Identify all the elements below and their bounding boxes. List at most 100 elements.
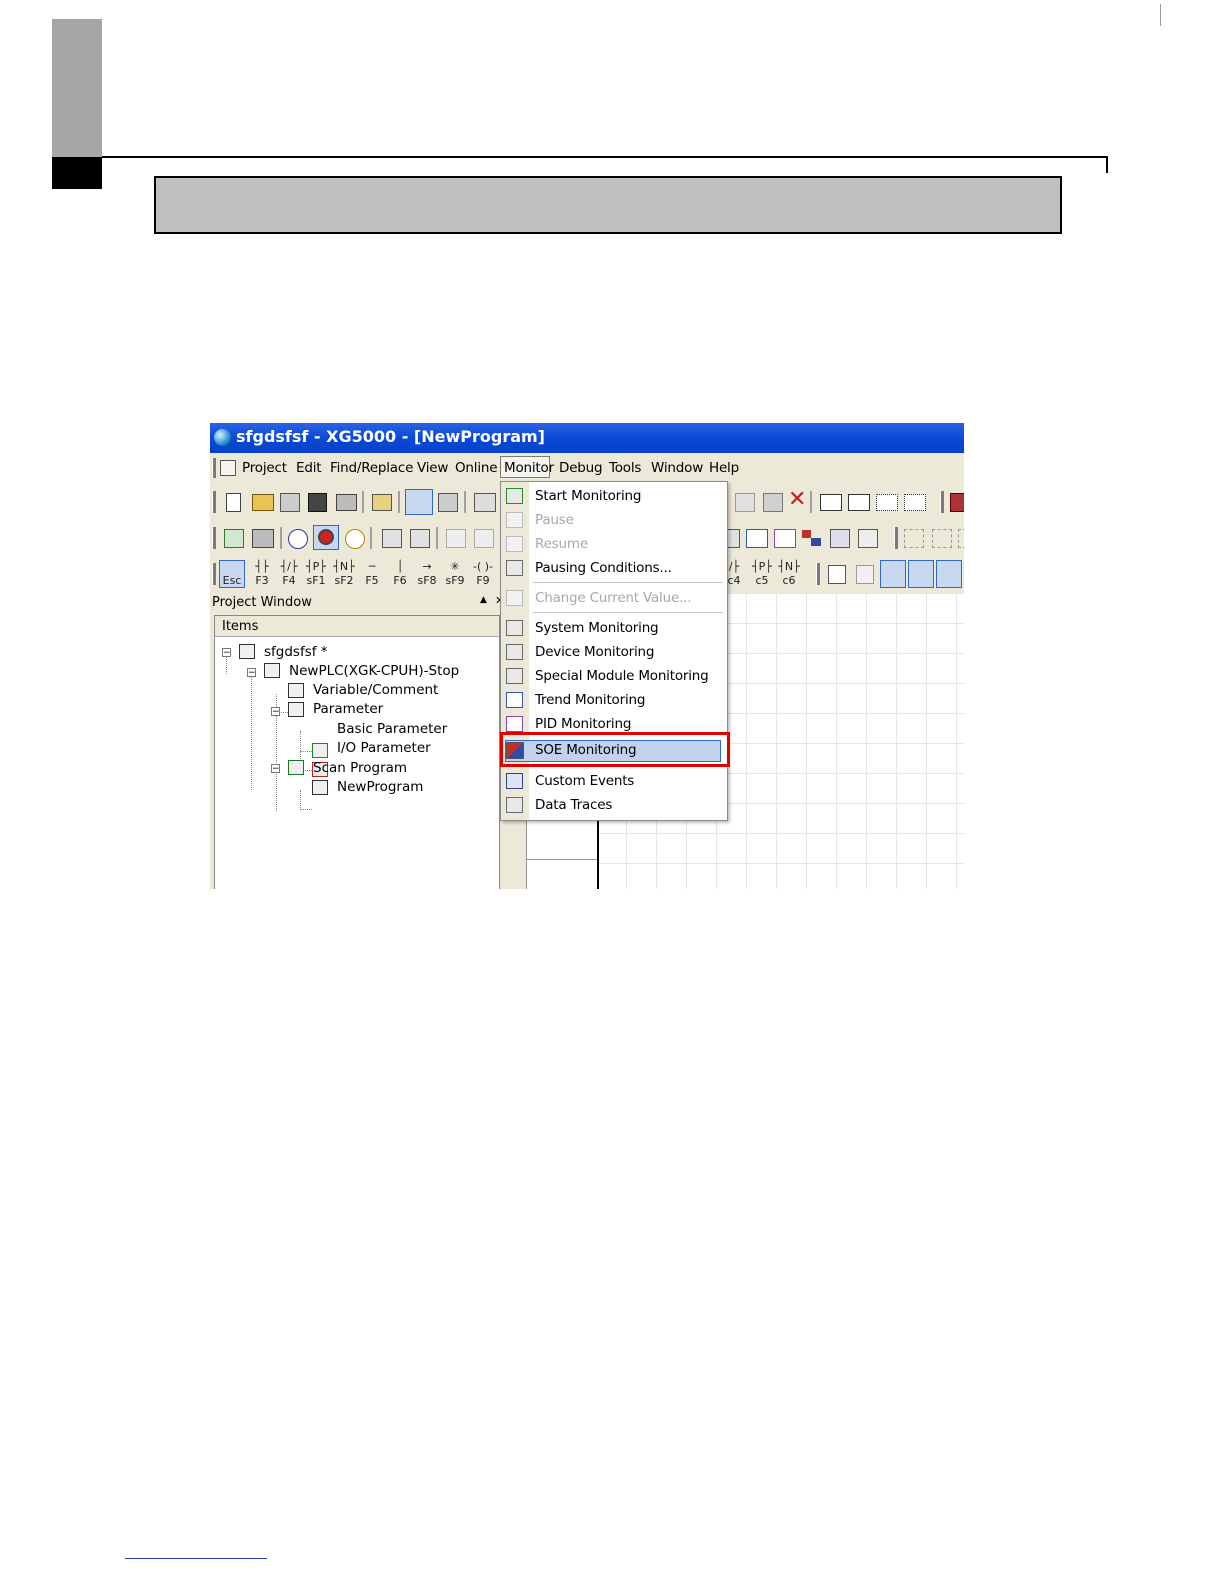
tree-item-parameter[interactable]: Parameter — [313, 701, 383, 717]
delete-line-icon[interactable] — [848, 494, 870, 511]
menu-find-replace[interactable]: Find/Replace — [330, 460, 413, 476]
menu-edit[interactable]: Edit — [296, 460, 322, 476]
toolbar-grip[interactable] — [212, 491, 216, 513]
menu-item-start-monitoring[interactable]: Start Monitoring — [501, 484, 727, 508]
bracket-more-icon[interactable] — [958, 529, 964, 548]
menu-item-special-module-monitoring[interactable]: Special Module Monitoring — [501, 664, 727, 688]
save-icon[interactable] — [308, 493, 327, 512]
data-traces-tb-icon[interactable] — [858, 529, 878, 548]
menu-tools[interactable]: Tools — [609, 460, 641, 476]
menu-project[interactable]: Project — [242, 460, 287, 476]
paste-icon[interactable] — [763, 493, 783, 512]
program-icon — [312, 780, 328, 795]
bracket-icon[interactable] — [904, 529, 924, 548]
open-project-icon[interactable] — [280, 493, 300, 512]
delete-icon[interactable]: ✕ — [788, 489, 806, 511]
menu-item-data-traces[interactable]: Data Traces — [501, 793, 727, 817]
title-bar: sfgdsfsf - XG5000 - [NewProgram] — [210, 423, 964, 453]
copy-icon[interactable] — [735, 493, 755, 512]
print-preview-icon[interactable] — [405, 489, 433, 515]
custom-events-tb-icon[interactable] — [830, 529, 850, 548]
tree-toggle-plc[interactable]: − — [247, 668, 256, 678]
fkey-f3: F3 — [255, 574, 269, 587]
view-mode-c-button[interactable] — [936, 560, 962, 588]
comment-icon[interactable] — [828, 565, 846, 584]
menu-item-change-current-value[interactable]: Change Current Value... — [501, 586, 727, 610]
toolbar-grip[interactable] — [212, 527, 216, 549]
menu-item-pausing-conditions[interactable]: Pausing Conditions... — [501, 556, 727, 580]
insert-line-icon[interactable] — [820, 494, 842, 511]
view-mode-b-button[interactable] — [908, 560, 934, 588]
coil-icon[interactable]: -( )- — [471, 561, 495, 572]
menu-monitor[interactable]: Monitor — [504, 460, 554, 476]
soe-tb-icon-a[interactable] — [802, 530, 811, 538]
corner-mark — [1160, 4, 1161, 26]
menu-window[interactable]: Window — [651, 460, 703, 476]
write-plc-icon[interactable] — [382, 529, 402, 548]
contact-p-alt-icon[interactable]: ┤P├ — [750, 561, 774, 572]
clipboard-icon[interactable] — [372, 494, 392, 511]
contact-p-icon[interactable]: ┤P├ — [304, 561, 328, 572]
vertical-line-icon[interactable]: │ — [388, 561, 412, 572]
view-mode-a-button[interactable] — [880, 560, 906, 588]
tree-item-io-parameter[interactable]: I/O Parameter — [337, 740, 431, 756]
tool-icon[interactable] — [950, 493, 964, 512]
menu-item-resume[interactable]: Resume — [501, 532, 727, 556]
pid-tb-icon[interactable] — [774, 529, 796, 548]
tree-item-project[interactable]: sfgdsfsf * — [264, 644, 328, 660]
menubar-grip[interactable] — [212, 458, 216, 478]
tree-item-basic-parameter[interactable]: Basic Parameter — [337, 721, 447, 737]
bracket-alt-icon[interactable] — [932, 529, 952, 548]
new-file-icon[interactable] — [226, 493, 241, 512]
toolbar-grip[interactable] — [212, 563, 216, 585]
data-traces-icon — [506, 797, 523, 813]
tree-item-new-program[interactable]: NewProgram — [337, 779, 423, 795]
open-folder-icon[interactable] — [252, 494, 274, 511]
tree-item-scan-program[interactable]: Scan Program — [313, 760, 407, 776]
toolbar-separator — [280, 527, 282, 549]
tree-toggle-parameter[interactable]: − — [271, 707, 280, 717]
toolbar-grip[interactable] — [816, 563, 820, 585]
menu-help[interactable]: Help — [709, 460, 739, 476]
write-modified-icon[interactable] — [474, 529, 494, 548]
trend-tb-icon[interactable] — [746, 529, 768, 548]
toolbar-grip[interactable] — [894, 527, 898, 549]
menu-item-trend-monitoring[interactable]: Trend Monitoring — [501, 688, 727, 712]
online-edit-icon[interactable] — [446, 529, 466, 548]
print-icon[interactable] — [336, 494, 357, 511]
tree-item-variable-comment[interactable]: Variable/Comment — [313, 682, 438, 698]
menu-item-device-monitoring[interactable]: Device Monitoring — [501, 640, 727, 664]
tree-item-plc[interactable]: NewPLC(XGK-CPUH)-Stop — [289, 663, 459, 679]
print-setup-icon[interactable] — [438, 493, 458, 512]
contact-n-alt-icon[interactable]: ┤N├ — [777, 561, 801, 572]
invert-icon[interactable]: ✳ — [443, 561, 467, 572]
menu-item-pause[interactable]: Pause — [501, 508, 727, 532]
run-icon[interactable] — [288, 529, 308, 549]
contact-n-icon[interactable]: ┤N├ — [332, 561, 356, 572]
tree-toggle-project[interactable]: − — [222, 648, 231, 658]
tree-toggle-scan-program[interactable]: − — [271, 764, 280, 774]
delete-column-icon[interactable] — [904, 494, 926, 511]
menu-debug[interactable]: Debug — [559, 460, 603, 476]
read-plc-icon[interactable] — [410, 529, 430, 548]
panel-pin-icon[interactable]: ▲ — [480, 595, 487, 605]
items-column-header[interactable]: Items — [215, 616, 499, 637]
label-icon[interactable] — [856, 565, 874, 584]
menu-item-custom-events[interactable]: Custom Events — [501, 769, 727, 793]
contact-no-icon[interactable]: ┤├ — [250, 561, 274, 572]
compare-icon[interactable] — [474, 493, 496, 512]
fkey-f5: F5 — [365, 574, 379, 587]
menu-item-pid-monitoring[interactable]: PID Monitoring — [501, 712, 727, 734]
pause-mode-icon[interactable] — [345, 529, 365, 549]
connect-icon[interactable] — [252, 529, 274, 548]
menu-view[interactable]: View — [417, 460, 448, 476]
menu-online[interactable]: Online — [455, 460, 498, 476]
contact-nc-icon[interactable]: ┤/├ — [277, 561, 301, 572]
monitor-start-icon[interactable] — [224, 529, 244, 548]
toolbar-separator — [362, 491, 364, 513]
menu-item-system-monitoring[interactable]: System Monitoring — [501, 616, 727, 640]
connect-line-icon[interactable]: → — [415, 561, 439, 572]
insert-column-icon[interactable] — [876, 494, 898, 511]
toolbar-grip[interactable] — [940, 491, 944, 513]
horizontal-line-icon[interactable]: ─ — [360, 561, 384, 572]
